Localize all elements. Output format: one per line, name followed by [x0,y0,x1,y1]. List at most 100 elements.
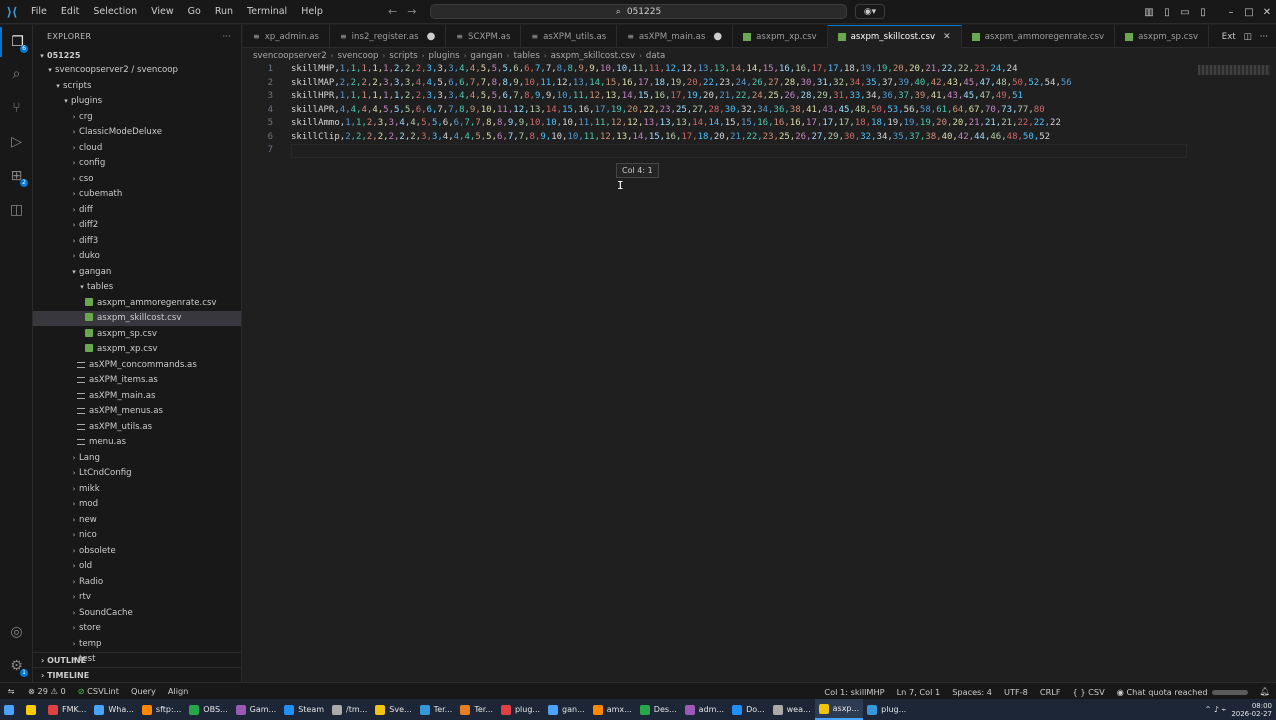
taskbar-app[interactable]: plug... [863,699,910,720]
menu-file[interactable]: File [24,0,54,24]
tree-file[interactable]: asXPM_utils.as [33,420,241,435]
back-arrow-icon[interactable]: ← [388,0,397,24]
unsaved-dot-icon[interactable]: ● [427,31,436,42]
tree-file[interactable]: asxpm_sp.csv [33,327,241,342]
notifications-bell-icon[interactable]: 🔔︎ [1254,686,1276,697]
code-line[interactable]: 2 skillMAP,2,2,2,2,3,3,3,4,4,5,6,6,7,7,8,… [243,77,1072,91]
menu-help[interactable]: Help [294,0,330,24]
language-mode[interactable]: { } CSV [1067,687,1111,697]
tab-asxpm-skillcost-csv[interactable]: asxpm_skillcost.csv ✕ [827,25,962,48]
source-control-icon[interactable]: ⑂ [0,93,33,123]
tree-folder[interactable]: › rtv [33,590,241,605]
forward-arrow-icon[interactable]: → [407,0,416,24]
toggle-sidebar-icon[interactable]: ▯ [1158,7,1176,18]
line-endings[interactable]: CRLF [1034,687,1067,697]
tree-folder[interactable]: › diff2 [33,218,241,233]
taskbar-app[interactable]: asxp... [814,699,864,720]
exit-button[interactable]: Ext [1222,32,1236,42]
breadcrumb-item[interactable]: plugins [429,51,460,61]
tree-folder[interactable]: › store [33,621,241,636]
code-line[interactable]: 5 skillAmmo,1,1,2,3,3,4,4,5,5,6,6,7,7,8,8… [243,117,1061,131]
tree-folder[interactable]: › ClassicModeDeluxe [33,125,241,140]
tree-folder[interactable]: › nico [33,528,241,543]
breadcrumb-item[interactable]: svencoopserver2 [253,51,327,61]
taskbar-app[interactable]: Do... [728,699,769,720]
tree-folder[interactable]: › cso [33,172,241,187]
tree-file[interactable]: asxpm_xp.csv [33,342,241,357]
menu-go[interactable]: Go [181,0,208,24]
cursor-position[interactable]: Ln 7, Col 1 [891,687,947,697]
tree-folder[interactable]: › crg [33,110,241,125]
tree-file[interactable]: asxpm_ammoregenrate.csv [33,296,241,311]
tree-folder[interactable]: › duko [33,249,241,264]
code-line[interactable]: 7 [243,144,291,158]
outline-section[interactable]: › OUTLINE [33,652,241,667]
tab-ins2-register-as[interactable]: ≡ ins2_register.as ● [330,25,447,48]
tree-folder[interactable]: › new [33,513,241,528]
tree-folder[interactable]: › diff3 [33,234,241,249]
tree-folder[interactable]: › Lang [33,451,241,466]
tab-asxpm-xp-csv[interactable]: asxpm_xp.csv [733,25,828,48]
tree-folder[interactable]: ▾ tables [33,280,241,295]
extensions-icon[interactable]: ⊞ 2 [0,161,33,191]
tree-folder[interactable]: › mikk [33,482,241,497]
tab-asxpm-ammoregenrate-csv[interactable]: asxpm_ammoregenrate.csv [962,25,1116,48]
taskbar-app[interactable]: gan... [544,699,589,720]
query-button[interactable]: Query [125,686,162,696]
breadcrumb-item[interactable]: asxpm_skillcost.csv [551,51,635,61]
taskbar-app[interactable]: Wha... [90,699,138,720]
clock[interactable]: 08:00 2026-02-27 [1231,702,1272,718]
tree-folder[interactable]: › mod [33,497,241,512]
taskbar-app[interactable]: OBS... [185,699,231,720]
explorer-icon[interactable]: ❐ 6 [0,27,33,57]
manage-gear-icon[interactable]: ⚙ 1 [0,651,33,681]
tree-folder[interactable]: ▾ plugins [33,94,241,109]
menu-selection[interactable]: Selection [86,0,144,24]
taskbar-app[interactable]: Sve... [371,699,415,720]
taskbar-app[interactable]: sftp:... [138,699,185,720]
tree-file[interactable]: asXPM_main.as [33,389,241,404]
breadcrumb-item[interactable]: tables [514,51,540,61]
tree-folder[interactable]: › Radio [33,575,241,590]
problems-indicator[interactable]: ⊗ 29 ⚠ 0 [22,686,72,696]
minimap[interactable] [1198,65,1270,75]
taskbar-app[interactable]: Des... [636,699,681,720]
tree-folder[interactable]: › temp [33,637,241,652]
breadcrumb-item[interactable]: gangan [470,51,502,61]
unsaved-dot-icon[interactable]: ● [713,31,722,42]
tree-folder[interactable]: › config [33,156,241,171]
taskbar-app[interactable]: Ter... [456,699,497,720]
toggle-panel-icon[interactable]: ▭ [1176,7,1194,18]
remote-explorer-icon[interactable]: ◫ [0,195,33,225]
tree-file[interactable]: asxpm_skillcost.csv [33,311,241,326]
code-editor[interactable]: 1 skillMHP,1,1,1,1,1,2,2,2,3,3,3,4,4,5,5,… [243,63,1276,682]
menu-edit[interactable]: Edit [54,0,86,24]
tab-xp-admin-as[interactable]: ≡ xp_admin.as [243,25,330,48]
code-line[interactable]: 4 skillAPR,4,4,4,4,5,5,5,6,6,7,7,8,9,10,1… [243,104,1045,118]
align-button[interactable]: Align [162,686,195,696]
tab-asxpm-sp-csv[interactable]: asxpm_sp.csv [1115,25,1210,48]
copilot-quota[interactable]: ◉ Chat quota reached [1111,687,1254,697]
tab-asxpm-main-as[interactable]: ≡ asXPM_main.as ● [617,25,734,48]
code-line[interactable]: 1 skillMHP,1,1,1,1,1,2,2,2,3,3,3,4,4,5,5,… [243,63,1018,77]
taskbar-app[interactable]: adm... [681,699,728,720]
tree-folder[interactable]: ▾ svencoopserver2 / svencoop [33,63,241,78]
more-actions-icon[interactable]: ··· [1260,32,1268,42]
code-line[interactable]: 3 skillHPR,1,1,1,1,1,1,2,2,3,3,3,4,4,5,5,… [243,90,1023,104]
close-window-icon[interactable]: ✕ [1258,7,1276,18]
csvlint-indicator[interactable]: ⊘ CSVLint [72,686,125,696]
tree-folder[interactable]: › cloud [33,141,241,156]
tree-folder[interactable]: › old [33,559,241,574]
tray-icons[interactable]: ⌃ ♪ ⌁ [1205,705,1227,714]
taskbar-app[interactable]: /tm... [328,699,371,720]
taskbar-app[interactable]: FMK... [44,699,90,720]
taskbar-app[interactable]: plug... [497,699,544,720]
run-debug-icon[interactable]: ▷ [0,127,33,157]
tree-folder[interactable]: › SoundCache [33,606,241,621]
maximize-icon[interactable]: □ [1240,7,1258,18]
minimize-icon[interactable]: – [1222,7,1240,18]
menu-view[interactable]: View [144,0,181,24]
menu-terminal[interactable]: Terminal [240,0,294,24]
tree-folder[interactable]: › cubemath [33,187,241,202]
layout-panel-icon[interactable]: ▥ [1140,7,1158,18]
